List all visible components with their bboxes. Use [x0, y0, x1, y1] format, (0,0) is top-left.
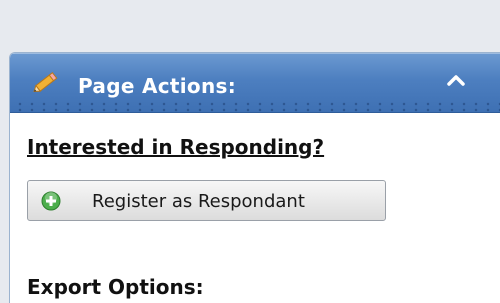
plus-circle-icon [41, 191, 61, 211]
panel-header: Page Actions: [10, 53, 500, 113]
pencil-icon [33, 71, 58, 92]
chevron-up-icon[interactable] [442, 67, 470, 95]
register-button-label: Register as Respondant [92, 191, 305, 212]
header-texture [10, 100, 500, 112]
page-actions-panel: Page Actions: Interested in Responding? … [9, 52, 500, 303]
interested-in-responding-link[interactable]: Interested in Responding? [27, 135, 324, 159]
export-options-heading: Export Options: [27, 275, 204, 299]
panel-title: Page Actions: [78, 74, 236, 98]
register-as-respondant-button[interactable]: Register as Respondant [27, 180, 386, 221]
